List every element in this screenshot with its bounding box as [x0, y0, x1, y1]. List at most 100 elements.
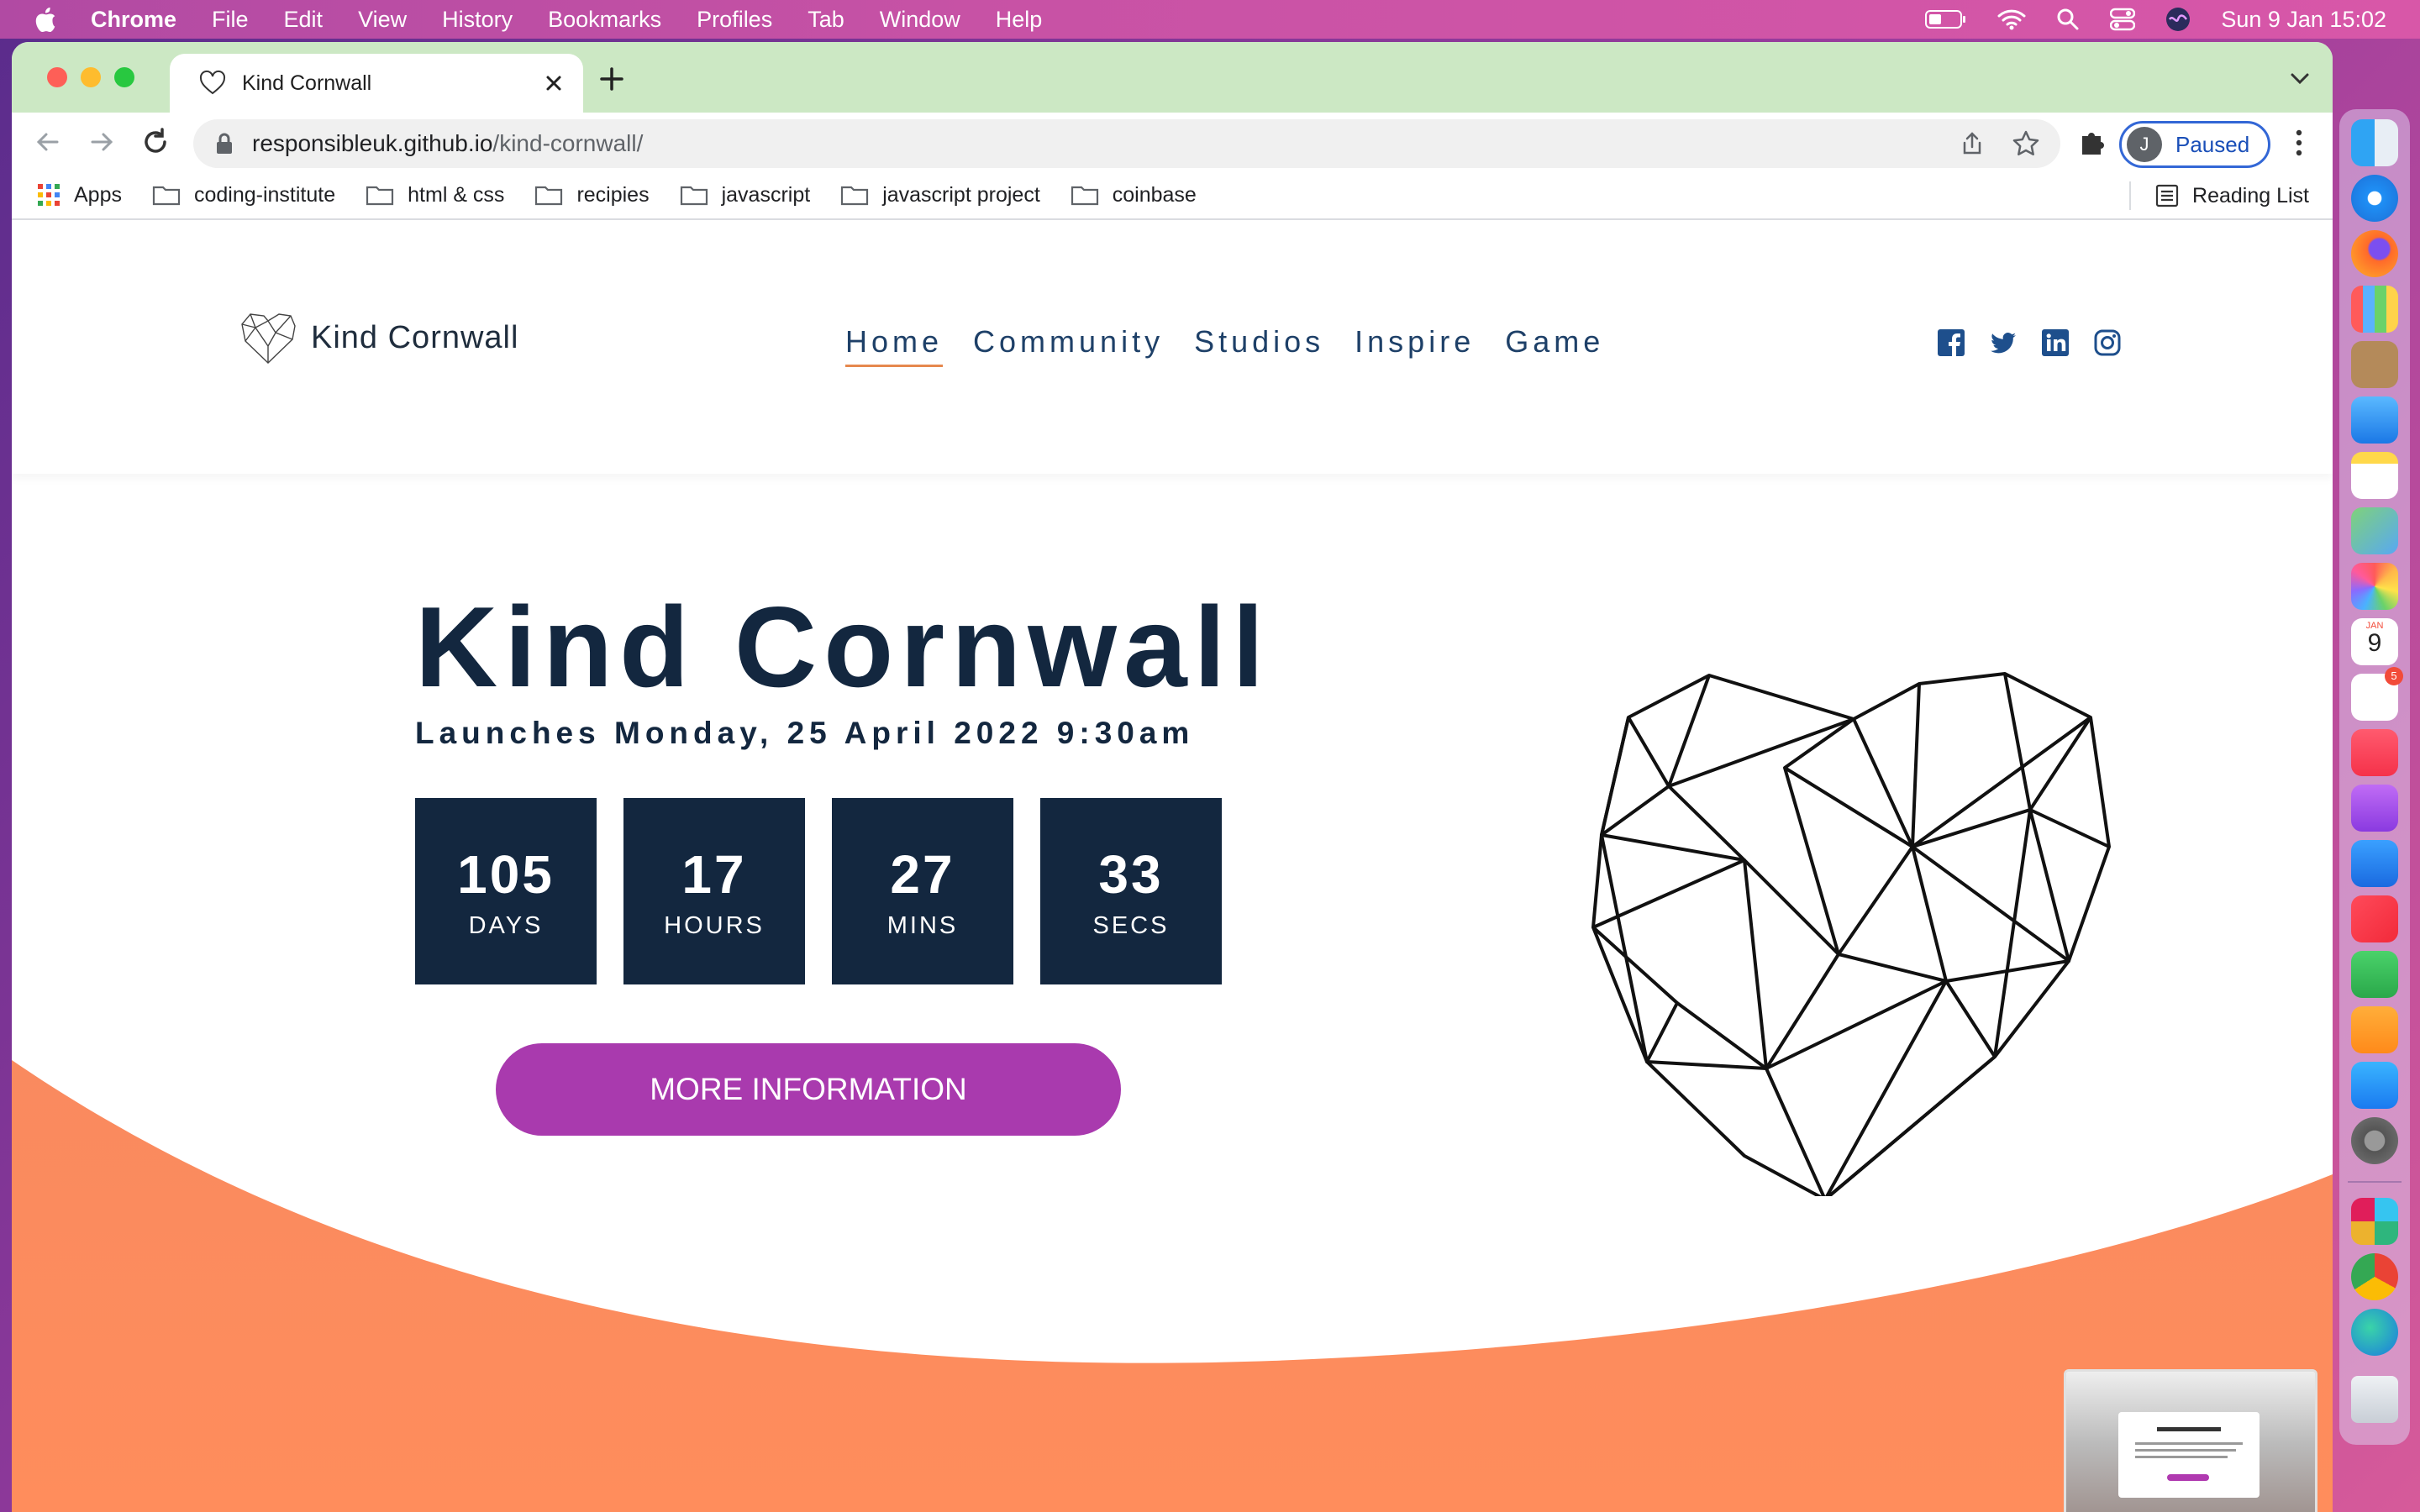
pages-icon[interactable]	[2351, 1006, 2398, 1053]
countdown-value: 27	[890, 843, 955, 905]
wifi-icon[interactable]	[1997, 8, 2026, 30]
back-arrow-icon[interactable]	[32, 126, 64, 158]
contacts-icon[interactable]	[2351, 341, 2398, 388]
macos-menubar: Chrome File Edit View History Bookmarks …	[0, 0, 2420, 39]
menu-window[interactable]: Window	[880, 7, 960, 33]
bookmark-star-icon[interactable]	[2012, 129, 2040, 158]
trash-icon[interactable]	[2351, 1376, 2398, 1423]
launchpad-icon[interactable]	[2351, 286, 2398, 333]
mail-icon[interactable]	[2351, 396, 2398, 444]
countdown-unit: MINS	[886, 911, 959, 939]
finder-icon[interactable]	[2351, 119, 2398, 166]
bookmark-html-css[interactable]: html & css	[366, 183, 504, 207]
close-window-button[interactable]	[47, 67, 67, 87]
notes-icon[interactable]	[2351, 452, 2398, 499]
more-information-button[interactable]: MORE INFORMATION	[496, 1043, 1121, 1136]
chevron-down-icon[interactable]	[2287, 66, 2312, 91]
site-logo[interactable]: Kind Cornwall	[239, 311, 518, 365]
bookmark-recipies[interactable]: recipies	[534, 182, 650, 207]
music-icon[interactable]	[2351, 729, 2398, 776]
spotlight-search-icon[interactable]	[2056, 8, 2080, 31]
browser-toolbar: responsibleuk.github.io/kind-cornwall/ J…	[12, 113, 2333, 171]
url-text[interactable]: responsibleuk.github.io/kind-cornwall/	[252, 130, 643, 157]
bookmark-coding-institute[interactable]: coding-institute	[152, 183, 335, 207]
siri-icon[interactable]	[2165, 7, 2191, 32]
bookmark-javascript-project[interactable]: javascript project	[840, 183, 1040, 207]
nav-community[interactable]: Community	[973, 324, 1164, 367]
slack-icon[interactable]	[2351, 1198, 2398, 1245]
photos-icon[interactable]	[2351, 563, 2398, 610]
facebook-icon[interactable]	[1938, 329, 1965, 356]
maps-icon[interactable]	[2351, 507, 2398, 554]
numbers-icon[interactable]	[2351, 951, 2398, 998]
social-links	[1938, 329, 2121, 356]
url-host: responsibleuk.github.io	[252, 130, 493, 156]
folder-icon	[535, 186, 563, 206]
reminders-icon[interactable]: 5	[2351, 667, 2403, 721]
bookmark-label: recipies	[576, 182, 650, 207]
menu-bookmarks[interactable]: Bookmarks	[548, 7, 661, 33]
menu-profiles[interactable]: Profiles	[697, 7, 772, 33]
bookmark-javascript[interactable]: javascript	[680, 182, 811, 207]
bookmark-label: html & css	[408, 182, 505, 207]
site-header: Kind Cornwall Home Community Studios Ins…	[12, 222, 2333, 474]
countdown-value: 105	[457, 843, 555, 905]
bookmark-label: javascript	[721, 182, 811, 207]
extensions-puzzle-icon[interactable]	[2077, 128, 2107, 158]
menu-file[interactable]: File	[212, 7, 249, 33]
nav-game[interactable]: Game	[1505, 324, 1604, 367]
bookmark-label: coding-institute	[193, 182, 336, 207]
more-menu-icon[interactable]	[2291, 128, 2307, 158]
nav-inspire[interactable]: Inspire	[1355, 324, 1475, 367]
control-center-icon[interactable]	[2110, 8, 2136, 31]
profile-button[interactable]: J Paused	[2119, 121, 2270, 168]
window-controls	[47, 67, 134, 87]
instagram-icon[interactable]	[2094, 329, 2121, 356]
nav-home[interactable]: Home	[845, 324, 944, 367]
fullscreen-window-button[interactable]	[114, 67, 134, 87]
forward-arrow-icon[interactable]	[86, 126, 118, 158]
menu-app-name[interactable]: Chrome	[91, 7, 176, 33]
battery-icon[interactable]	[1925, 8, 1967, 30]
countdown-timer: 105 DAYS 17 HOURS 27 MINS 33 SECS	[415, 798, 1222, 984]
bookmark-apps[interactable]: Apps	[37, 183, 122, 207]
tab-kind-cornwall[interactable]: Kind Cornwall	[170, 54, 583, 113]
app-store-icon[interactable]	[2351, 1062, 2398, 1109]
linkedin-icon[interactable]	[2042, 329, 2069, 356]
lock-icon[interactable]	[215, 133, 234, 155]
bookmark-coinbase[interactable]: coinbase	[1071, 183, 1197, 207]
apple-icon[interactable]	[34, 7, 57, 32]
news-icon[interactable]	[2351, 895, 2398, 942]
menu-view[interactable]: View	[358, 7, 407, 33]
share-icon[interactable]	[1960, 131, 1985, 156]
chrome-icon[interactable]	[2351, 1253, 2398, 1300]
reload-icon[interactable]	[139, 126, 171, 158]
calendar-icon[interactable]: JAN 9	[2351, 618, 2398, 665]
menu-tab[interactable]: Tab	[808, 7, 844, 33]
countdown-hours: 17 HOURS	[623, 798, 805, 984]
close-tab-icon[interactable]	[539, 69, 568, 97]
url-path: /kind-cornwall/	[492, 130, 644, 156]
bookmarks-divider	[2129, 181, 2131, 210]
menu-history[interactable]: History	[442, 7, 513, 33]
edge-icon[interactable]	[2351, 1309, 2398, 1356]
system-preferences-icon[interactable]	[2351, 1117, 2398, 1164]
screenshot-thumbnail-preview[interactable]	[2064, 1369, 2317, 1512]
minimize-window-button[interactable]	[81, 67, 101, 87]
address-bar[interactable]: responsibleuk.github.io/kind-cornwall/	[193, 119, 2060, 168]
dock-divider	[2348, 1181, 2402, 1183]
countdown-days: 105 DAYS	[415, 798, 597, 984]
twitter-icon[interactable]	[1990, 329, 2017, 356]
reading-list-button[interactable]: Reading List	[2155, 171, 2309, 220]
keynote-icon[interactable]	[2351, 840, 2398, 887]
firefox-icon[interactable]	[2351, 230, 2398, 277]
menu-help[interactable]: Help	[996, 7, 1043, 33]
nav-studios[interactable]: Studios	[1194, 324, 1324, 367]
safari-icon[interactable]	[2351, 175, 2398, 222]
menubar-clock[interactable]: Sun 9 Jan 15:02	[2221, 7, 2386, 33]
podcasts-icon[interactable]	[2351, 785, 2398, 832]
menu-edit[interactable]: Edit	[284, 7, 324, 33]
thumbnail-modal-button	[2167, 1474, 2209, 1481]
new-tab-icon[interactable]	[597, 64, 627, 94]
tab-strip: Kind Cornwall	[12, 42, 2333, 113]
